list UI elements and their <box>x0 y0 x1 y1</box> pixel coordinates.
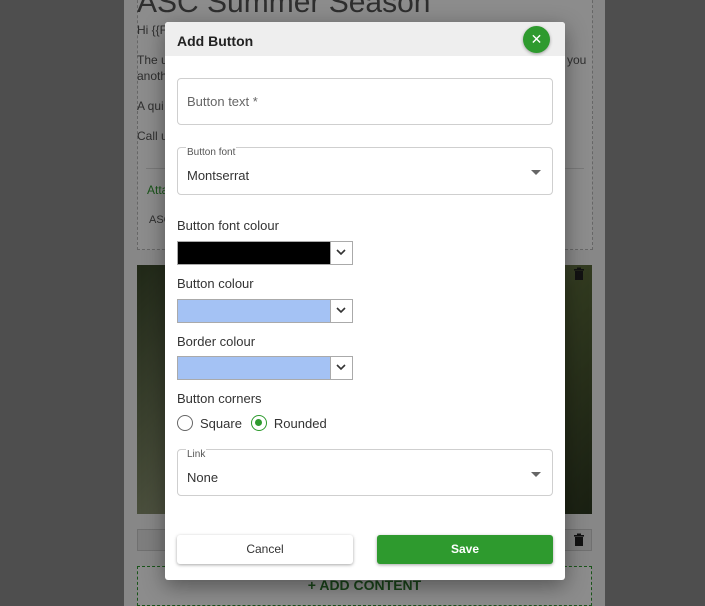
cancel-button[interactable]: Cancel <box>177 535 353 564</box>
add-button-dialog: Add Button ✕ Button font Montserrat Butt… <box>165 22 565 580</box>
close-icon: ✕ <box>530 31 543 47</box>
border-colour-dropdown[interactable] <box>330 357 352 379</box>
border-colour-swatch[interactable] <box>178 357 331 379</box>
link-label: Link <box>186 449 207 460</box>
font-colour-label: Button font colour <box>177 218 279 233</box>
dialog-title: Add Button <box>177 33 254 49</box>
corners-radio-group: Square Rounded <box>177 415 336 431</box>
button-colour-dropdown[interactable] <box>330 300 352 322</box>
button-colour-label: Button colour <box>177 276 254 291</box>
button-colour-swatch[interactable] <box>178 300 331 322</box>
border-colour-label: Border colour <box>177 334 256 349</box>
button-font-value: Montserrat <box>187 168 250 183</box>
dialog-header: Add Button ✕ <box>165 22 565 56</box>
border-colour-picker[interactable] <box>177 356 353 380</box>
button-text-input[interactable] <box>187 94 537 109</box>
button-text-field[interactable] <box>177 78 553 125</box>
chevron-down-icon <box>336 364 346 371</box>
rounded-radio[interactable] <box>250 415 267 431</box>
close-button[interactable]: ✕ <box>523 26 550 53</box>
font-colour-swatch[interactable] <box>178 242 331 264</box>
chevron-down-icon <box>531 170 541 175</box>
button-colour-picker[interactable] <box>177 299 353 323</box>
chevron-down-icon <box>336 249 346 256</box>
chevron-down-icon <box>336 307 346 314</box>
button-font-label: Button font <box>186 147 237 158</box>
rounded-radio-label[interactable]: Rounded <box>274 416 327 431</box>
square-radio-label[interactable]: Square <box>200 416 242 431</box>
link-select[interactable]: Link None <box>177 449 553 496</box>
chevron-down-icon <box>531 472 541 477</box>
save-button[interactable]: Save <box>377 535 553 564</box>
button-font-select[interactable]: Button font Montserrat <box>177 147 553 195</box>
font-colour-picker[interactable] <box>177 241 353 265</box>
button-corners-label: Button corners <box>177 391 262 406</box>
link-value: None <box>187 470 219 485</box>
font-colour-dropdown[interactable] <box>330 242 352 264</box>
square-radio[interactable] <box>177 415 193 431</box>
